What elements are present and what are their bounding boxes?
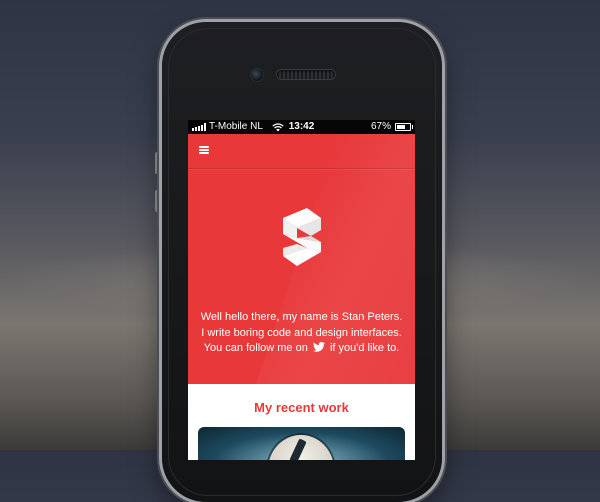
- intro-line-3-end: if you'd like to.: [329, 342, 400, 354]
- earpiece-speaker: [277, 70, 335, 79]
- hero-section: Well hello there, my name is Stan Peters…: [188, 134, 415, 384]
- intro-line-1: Well hello there, my name is Stan Peters…: [200, 311, 403, 323]
- battery-percent: 67%: [370, 121, 391, 132]
- battery-icon: [395, 123, 413, 131]
- intro-text: Well hello there, my name is Stan Peters…: [194, 310, 409, 357]
- menu-icon[interactable]: [199, 146, 209, 154]
- volume-up-button: [155, 152, 162, 174]
- intro-line-2: I write boring code and design interface…: [201, 326, 402, 339]
- volume-down-button: [155, 190, 162, 212]
- front-camera: [251, 69, 263, 81]
- intro-line-3: You can follow me on if you'd like to.: [194, 341, 409, 357]
- status-bar: T-Mobile NL 13:42 67%: [188, 120, 415, 134]
- logo-s-icon: [283, 208, 321, 266]
- thumbnail-artwork: [268, 435, 334, 460]
- intro-line-3-start: You can follow me on: [203, 342, 308, 354]
- top-navbar: [188, 134, 415, 169]
- section-title: My recent work: [254, 400, 349, 415]
- work-section: My recent work: [188, 384, 415, 460]
- phone-screen: T-Mobile NL 13:42 67% Well hello there, …: [188, 120, 415, 460]
- status-right: 67%: [370, 120, 413, 134]
- twitter-icon[interactable]: [312, 342, 325, 352]
- work-thumbnail[interactable]: [198, 427, 405, 460]
- battery-fill: [397, 125, 406, 129]
